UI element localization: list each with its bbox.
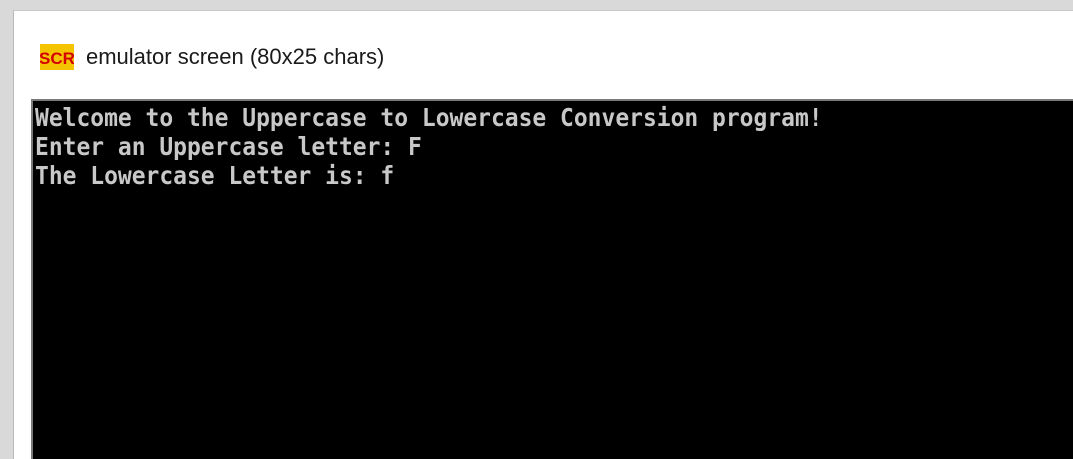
title-bar[interactable]: SCR emulator screen (80x25 chars)	[14, 11, 1073, 97]
emulator-window: SCR emulator screen (80x25 chars) Welcom…	[13, 10, 1073, 459]
console-line-prompt: Enter an Uppercase letter: F	[35, 132, 422, 161]
svg-text:SCR: SCR	[40, 49, 74, 68]
console-line-result: The Lowercase Letter is: f	[35, 161, 395, 190]
window-title: emulator screen (80x25 chars)	[86, 44, 385, 69]
scr-app-icon: SCR	[40, 44, 74, 70]
console-screen[interactable]: Welcome to the Uppercase to Lowercase Co…	[31, 99, 1073, 459]
console-line-welcome: Welcome to the Uppercase to Lowercase Co…	[35, 103, 823, 132]
